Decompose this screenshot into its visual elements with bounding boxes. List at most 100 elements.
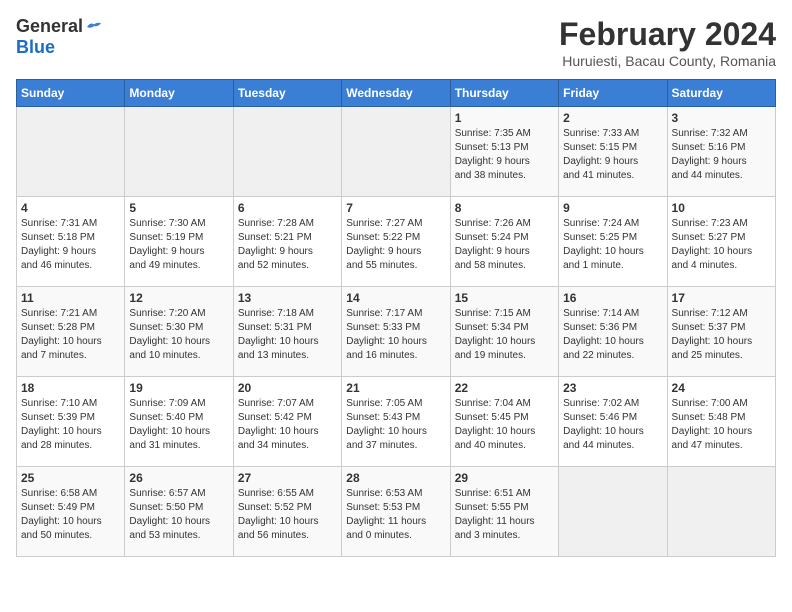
- day-info: Sunrise: 7:20 AM Sunset: 5:30 PM Dayligh…: [129, 307, 228, 363]
- day-number: 15: [455, 291, 554, 305]
- day-number: 25: [21, 471, 120, 485]
- day-number: 1: [455, 111, 554, 125]
- calendar-cell: 20 Sunrise: 7:07 AM Sunset: 5:42 PM Dayli…: [233, 377, 341, 467]
- calendar-cell: 3 Sunrise: 7:32 AM Sunset: 5:16 PM Daylig…: [667, 107, 775, 197]
- day-number: 13: [238, 291, 337, 305]
- calendar-cell: [667, 467, 775, 557]
- logo-general-text: General: [16, 16, 83, 37]
- calendar-cell: 15 Sunrise: 7:15 AM Sunset: 5:34 PM Dayli…: [450, 287, 558, 377]
- day-number: 11: [21, 291, 120, 305]
- calendar-week-row: 1 Sunrise: 7:35 AM Sunset: 5:13 PM Daylig…: [17, 107, 776, 197]
- calendar-week-row: 4Sunrise: 7:31 AM Sunset: 5:18 PM Daylig…: [17, 197, 776, 287]
- day-info: Sunrise: 6:51 AM Sunset: 5:55 PM Dayligh…: [455, 487, 554, 543]
- calendar-cell: 29 Sunrise: 6:51 AM Sunset: 5:55 PM Dayli…: [450, 467, 558, 557]
- day-number: 19: [129, 381, 228, 395]
- day-number: 23: [563, 381, 662, 395]
- day-info: Sunrise: 7:28 AM Sunset: 5:21 PM Dayligh…: [238, 217, 337, 273]
- calendar-cell: 6Sunrise: 7:28 AM Sunset: 5:21 PM Daylig…: [233, 197, 341, 287]
- calendar-cell: 1 Sunrise: 7:35 AM Sunset: 5:13 PM Daylig…: [450, 107, 558, 197]
- weekday-header: Sunday: [17, 80, 125, 107]
- calendar-cell: 23 Sunrise: 7:02 AM Sunset: 5:46 PM Dayli…: [559, 377, 667, 467]
- day-info: Sunrise: 7:07 AM Sunset: 5:42 PM Dayligh…: [238, 397, 337, 453]
- day-info: Sunrise: 7:15 AM Sunset: 5:34 PM Dayligh…: [455, 307, 554, 363]
- calendar-week-row: 25 Sunrise: 6:58 AM Sunset: 5:49 PM Dayli…: [17, 467, 776, 557]
- day-number: 5: [129, 201, 228, 215]
- weekday-header: Saturday: [667, 80, 775, 107]
- weekday-header-row: SundayMondayTuesdayWednesdayThursdayFrid…: [17, 80, 776, 107]
- day-number: 9: [563, 201, 662, 215]
- day-info: Sunrise: 7:17 AM Sunset: 5:33 PM Dayligh…: [346, 307, 445, 363]
- day-number: 3: [672, 111, 771, 125]
- day-info: Sunrise: 7:21 AM Sunset: 5:28 PM Dayligh…: [21, 307, 120, 363]
- day-info: Sunrise: 7:09 AM Sunset: 5:40 PM Dayligh…: [129, 397, 228, 453]
- calendar-subtitle: Huruiesti, Bacau County, Romania: [559, 53, 776, 69]
- calendar-cell: 19 Sunrise: 7:09 AM Sunset: 5:40 PM Dayli…: [125, 377, 233, 467]
- title-area: February 2024 Huruiesti, Bacau County, R…: [559, 16, 776, 69]
- weekday-header: Tuesday: [233, 80, 341, 107]
- day-info: Sunrise: 7:23 AM Sunset: 5:27 PM Dayligh…: [672, 217, 771, 273]
- logo: General Blue: [16, 16, 103, 58]
- calendar-table: SundayMondayTuesdayWednesdayThursdayFrid…: [16, 79, 776, 557]
- calendar-cell: 18 Sunrise: 7:10 AM Sunset: 5:39 PM Dayli…: [17, 377, 125, 467]
- day-info: Sunrise: 7:00 AM Sunset: 5:48 PM Dayligh…: [672, 397, 771, 453]
- calendar-cell: [342, 107, 450, 197]
- calendar-cell: 5Sunrise: 7:30 AM Sunset: 5:19 PM Daylig…: [125, 197, 233, 287]
- day-number: 18: [21, 381, 120, 395]
- day-info: Sunrise: 7:27 AM Sunset: 5:22 PM Dayligh…: [346, 217, 445, 273]
- calendar-cell: 27 Sunrise: 6:55 AM Sunset: 5:52 PM Dayli…: [233, 467, 341, 557]
- day-info: Sunrise: 6:55 AM Sunset: 5:52 PM Dayligh…: [238, 487, 337, 543]
- day-info: Sunrise: 7:18 AM Sunset: 5:31 PM Dayligh…: [238, 307, 337, 363]
- day-info: Sunrise: 7:05 AM Sunset: 5:43 PM Dayligh…: [346, 397, 445, 453]
- calendar-cell: 2Sunrise: 7:33 AM Sunset: 5:15 PM Daylig…: [559, 107, 667, 197]
- day-info: Sunrise: 6:53 AM Sunset: 5:53 PM Dayligh…: [346, 487, 445, 543]
- day-info: Sunrise: 7:12 AM Sunset: 5:37 PM Dayligh…: [672, 307, 771, 363]
- day-number: 26: [129, 471, 228, 485]
- day-number: 22: [455, 381, 554, 395]
- calendar-title: February 2024: [559, 16, 776, 53]
- day-info: Sunrise: 7:35 AM Sunset: 5:13 PM Dayligh…: [455, 127, 554, 183]
- calendar-cell: 14 Sunrise: 7:17 AM Sunset: 5:33 PM Dayli…: [342, 287, 450, 377]
- day-number: 2: [563, 111, 662, 125]
- day-number: 12: [129, 291, 228, 305]
- day-info: Sunrise: 7:14 AM Sunset: 5:36 PM Dayligh…: [563, 307, 662, 363]
- calendar-week-row: 18 Sunrise: 7:10 AM Sunset: 5:39 PM Dayli…: [17, 377, 776, 467]
- day-info: Sunrise: 7:31 AM Sunset: 5:18 PM Dayligh…: [21, 217, 120, 273]
- day-info: Sunrise: 7:02 AM Sunset: 5:46 PM Dayligh…: [563, 397, 662, 453]
- calendar-cell: [233, 107, 341, 197]
- day-number: 16: [563, 291, 662, 305]
- day-number: 28: [346, 471, 445, 485]
- day-number: 10: [672, 201, 771, 215]
- day-number: 17: [672, 291, 771, 305]
- day-info: Sunrise: 6:57 AM Sunset: 5:50 PM Dayligh…: [129, 487, 228, 543]
- calendar-cell: 17 Sunrise: 7:12 AM Sunset: 5:37 PM Dayli…: [667, 287, 775, 377]
- calendar-cell: [125, 107, 233, 197]
- calendar-cell: 11 Sunrise: 7:21 AM Sunset: 5:28 PM Dayli…: [17, 287, 125, 377]
- weekday-header: Thursday: [450, 80, 558, 107]
- calendar-cell: 28 Sunrise: 6:53 AM Sunset: 5:53 PM Dayli…: [342, 467, 450, 557]
- calendar-cell: 22 Sunrise: 7:04 AM Sunset: 5:45 PM Dayli…: [450, 377, 558, 467]
- logo-blue-text: Blue: [16, 37, 55, 58]
- day-number: 20: [238, 381, 337, 395]
- day-info: Sunrise: 7:32 AM Sunset: 5:16 PM Dayligh…: [672, 127, 771, 183]
- day-info: Sunrise: 6:58 AM Sunset: 5:49 PM Dayligh…: [21, 487, 120, 543]
- calendar-cell: 7 Sunrise: 7:27 AM Sunset: 5:22 PM Daylig…: [342, 197, 450, 287]
- day-number: 7: [346, 201, 445, 215]
- calendar-cell: 9 Sunrise: 7:24 AM Sunset: 5:25 PM Daylig…: [559, 197, 667, 287]
- logo-bird-icon: [85, 20, 103, 34]
- calendar-cell: 8Sunrise: 7:26 AM Sunset: 5:24 PM Daylig…: [450, 197, 558, 287]
- day-info: Sunrise: 7:10 AM Sunset: 5:39 PM Dayligh…: [21, 397, 120, 453]
- weekday-header: Monday: [125, 80, 233, 107]
- calendar-cell: 25 Sunrise: 6:58 AM Sunset: 5:49 PM Dayli…: [17, 467, 125, 557]
- day-info: Sunrise: 7:24 AM Sunset: 5:25 PM Dayligh…: [563, 217, 662, 273]
- day-number: 27: [238, 471, 337, 485]
- weekday-header: Wednesday: [342, 80, 450, 107]
- day-info: Sunrise: 7:04 AM Sunset: 5:45 PM Dayligh…: [455, 397, 554, 453]
- day-number: 14: [346, 291, 445, 305]
- day-number: 29: [455, 471, 554, 485]
- calendar-cell: 4Sunrise: 7:31 AM Sunset: 5:18 PM Daylig…: [17, 197, 125, 287]
- calendar-cell: [17, 107, 125, 197]
- calendar-header: General Blue February 2024 Huruiesti, Ba…: [16, 16, 776, 69]
- calendar-cell: 10 Sunrise: 7:23 AM Sunset: 5:27 PM Dayli…: [667, 197, 775, 287]
- calendar-cell: 16 Sunrise: 7:14 AM Sunset: 5:36 PM Dayli…: [559, 287, 667, 377]
- day-number: 21: [346, 381, 445, 395]
